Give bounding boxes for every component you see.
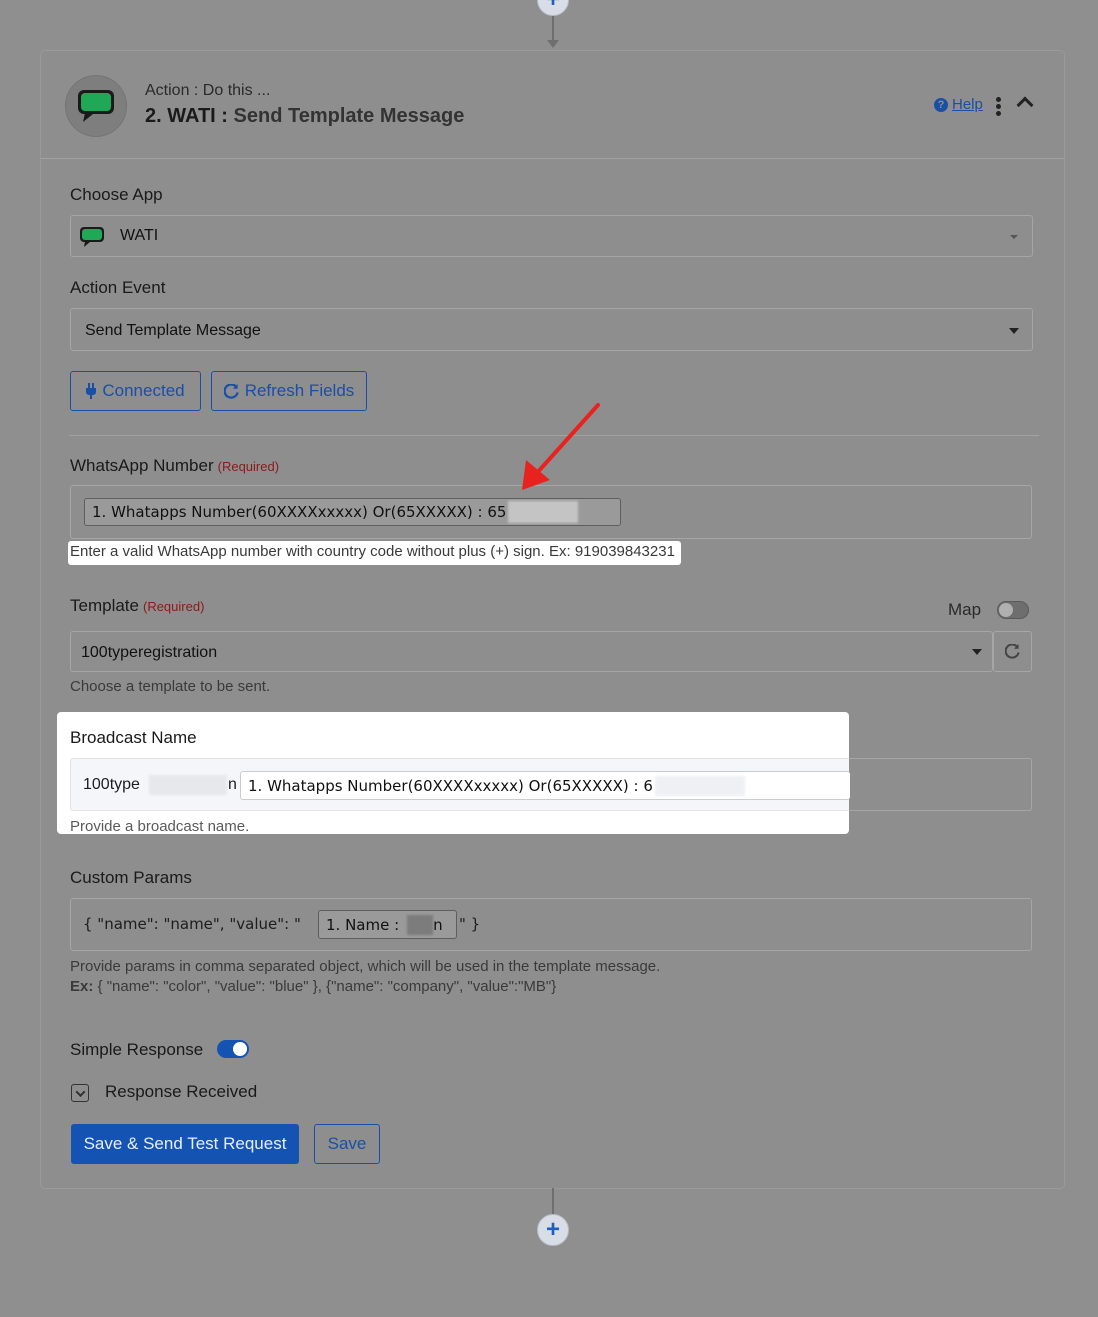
- response-received-label: Response Received: [105, 1082, 258, 1101]
- custom-params-label: Custom Params: [70, 868, 192, 887]
- broadcast-name-label: Broadcast Name: [70, 728, 197, 747]
- template-label: Template (Required): [70, 596, 204, 616]
- example-text: { "name": "color", "value": "blue" }, {"…: [93, 978, 557, 995]
- choose-app-value: WATI: [120, 227, 159, 244]
- custom-params-chip-end: n: [433, 915, 443, 934]
- template-hint: Choose a template to be sent.: [70, 678, 271, 695]
- template-refresh-button[interactable]: [993, 631, 1032, 672]
- chevron-down-icon: [972, 649, 982, 655]
- plus-icon: +: [545, 1216, 560, 1243]
- broadcast-chip-text: 1. Whatapps Number(60XXXXxxxxx) Or(65XXX…: [248, 776, 653, 795]
- whatsapp-number-label-text: WhatsApp Number: [70, 456, 214, 475]
- response-received-checkbox[interactable]: [71, 1084, 89, 1102]
- redacted-value: [654, 775, 745, 796]
- plug-icon: [86, 383, 97, 399]
- custom-params-example: Ex: { "name": "color", "value": "blue" }…: [70, 978, 556, 995]
- step-subtitle: Action : Do this ...: [145, 82, 271, 99]
- template-value: 100typeregistration: [81, 644, 218, 661]
- collapse-chevron-icon[interactable]: [1016, 96, 1034, 114]
- save-send-test-button[interactable]: Save & Send Test Request: [71, 1124, 299, 1164]
- map-toggle[interactable]: [997, 601, 1029, 619]
- whatsapp-number-label: WhatsApp Number (Required): [70, 456, 279, 476]
- save-button[interactable]: Save: [314, 1124, 380, 1164]
- map-label: Map: [948, 600, 982, 619]
- action-event-value: Send Template Message: [85, 322, 261, 339]
- whatsapp-number-chip-text: 1. Whatapps Number(60XXXXxxxxx) Or(65XXX…: [92, 503, 507, 521]
- whatsapp-number-hint: Enter a valid WhatsApp number with count…: [68, 541, 681, 565]
- step-title: 2. WATI : Send Template Message: [145, 105, 464, 128]
- chevron-down-icon: [1010, 235, 1018, 239]
- bottom-connector-line: [552, 1188, 554, 1214]
- custom-params-chip-text: 1. Name :: [326, 915, 400, 934]
- whatsapp-number-field[interactable]: 1. Whatapps Number(60XXXXxxxxx) Or(65XXX…: [70, 485, 1032, 539]
- redacted-value: [149, 775, 227, 795]
- template-label-text: Template: [70, 596, 139, 615]
- connected-label: Connected: [102, 381, 185, 400]
- custom-params-field[interactable]: { "name": "name", "value": " 1. Name : n…: [70, 898, 1032, 951]
- bottom-add-step-button[interactable]: +: [537, 1214, 569, 1246]
- required-tag: (Required): [142, 599, 205, 614]
- simple-response-toggle[interactable]: [217, 1040, 249, 1058]
- refresh-fields-label: Refresh Fields: [244, 381, 355, 400]
- custom-params-hint: Provide params in comma separated object…: [70, 958, 661, 975]
- wati-logo: [65, 75, 127, 137]
- broadcast-name-hint: Provide a broadcast name.: [70, 818, 250, 835]
- whatsapp-number-chip[interactable]: 1. Whatapps Number(60XXXXxxxxx) Or(65XXX…: [84, 498, 621, 526]
- connector-arrow-icon: [547, 40, 559, 48]
- chevron-down-icon: [1009, 328, 1019, 334]
- step-event-name: Send Template Message: [233, 105, 465, 127]
- top-connector-line: [552, 16, 554, 42]
- action-step-card: Action : Do this ... 2. WATI : Send Temp…: [41, 51, 1064, 1188]
- connected-button[interactable]: Connected: [70, 371, 201, 411]
- more-options-icon[interactable]: [996, 97, 1002, 118]
- refresh-fields-button[interactable]: Refresh Fields: [211, 371, 367, 411]
- required-tag: (Required): [217, 459, 280, 474]
- simple-response-label: Simple Response: [70, 1040, 204, 1059]
- broadcast-prefix: 100type: [83, 776, 140, 793]
- action-event-select[interactable]: Send Template Message: [70, 308, 1033, 351]
- custom-params-text-before: { "name": "name", "value": ": [83, 915, 301, 933]
- broadcast-name-field[interactable]: 100type n 1. Whatapps Number(60XXXXxxxxx…: [70, 758, 850, 811]
- refresh-icon: [223, 383, 239, 399]
- custom-params-text-after: " }: [459, 915, 481, 933]
- card-header: Action : Do this ... 2. WATI : Send Temp…: [41, 51, 1064, 159]
- help-label: Help: [952, 96, 983, 113]
- custom-params-name-chip[interactable]: 1. Name : n: [318, 910, 457, 939]
- help-link[interactable]: ? Help: [934, 96, 983, 113]
- choose-app-label: Choose App: [70, 185, 163, 204]
- refresh-icon: [1005, 644, 1020, 659]
- plus-icon: +: [546, 0, 560, 12]
- question-circle-icon: ?: [934, 97, 948, 112]
- redacted-value: [407, 914, 434, 935]
- example-label: Ex:: [70, 978, 94, 995]
- broadcast-chip[interactable]: 1. Whatapps Number(60XXXXxxxxx) Or(65XXX…: [240, 771, 850, 800]
- redacted-value: [508, 501, 579, 523]
- choose-app-select[interactable]: WATI: [70, 215, 1033, 257]
- top-add-step-button[interactable]: +: [537, 0, 569, 16]
- annotation-arrow-icon: [522, 403, 600, 490]
- template-select[interactable]: 100typeregistration: [70, 631, 993, 672]
- broadcast-suffix: n: [228, 776, 237, 793]
- broadcast-field-overflow: [848, 758, 1032, 811]
- wati-small-icon: [80, 227, 104, 247]
- action-event-label: Action Event: [70, 278, 166, 297]
- step-number: 2. WATI :: [145, 105, 228, 127]
